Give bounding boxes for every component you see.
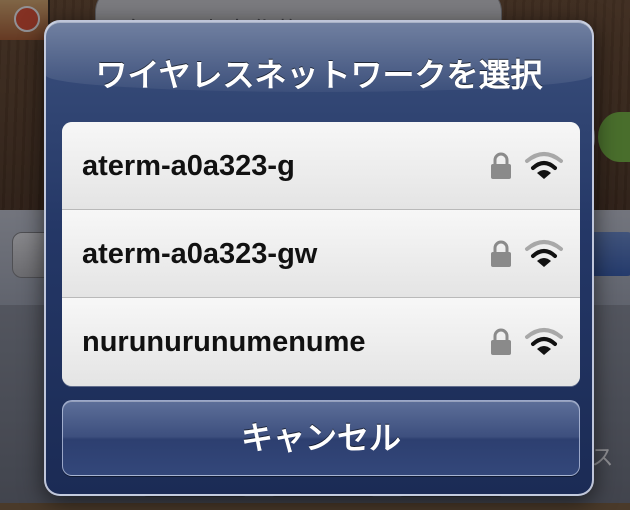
network-name: nurunurunumenume xyxy=(82,326,366,358)
wifi-icon xyxy=(525,328,563,355)
wifi-icon xyxy=(525,152,563,179)
lock-icon xyxy=(491,240,511,267)
network-row[interactable]: aterm-a0a323-gw xyxy=(62,210,580,298)
cancel-button[interactable]: キャンセル xyxy=(62,400,580,476)
network-row[interactable]: nurunurunumenume xyxy=(62,298,580,386)
network-list: aterm-a0a323-g aterm-a0a323-gw nurunurun… xyxy=(62,122,580,386)
network-name: aterm-a0a323-gw xyxy=(82,238,318,270)
network-name: aterm-a0a323-g xyxy=(82,150,295,182)
wifi-icon xyxy=(525,240,563,267)
lock-icon xyxy=(491,152,511,179)
network-row[interactable]: aterm-a0a323-g xyxy=(62,122,580,210)
lock-icon xyxy=(491,328,511,355)
dialog-title: ワイヤレスネットワークを選択 xyxy=(95,56,543,94)
wifi-select-dialog: ワイヤレスネットワークを選択 aterm-a0a323-g aterm-a0a3… xyxy=(44,20,594,496)
